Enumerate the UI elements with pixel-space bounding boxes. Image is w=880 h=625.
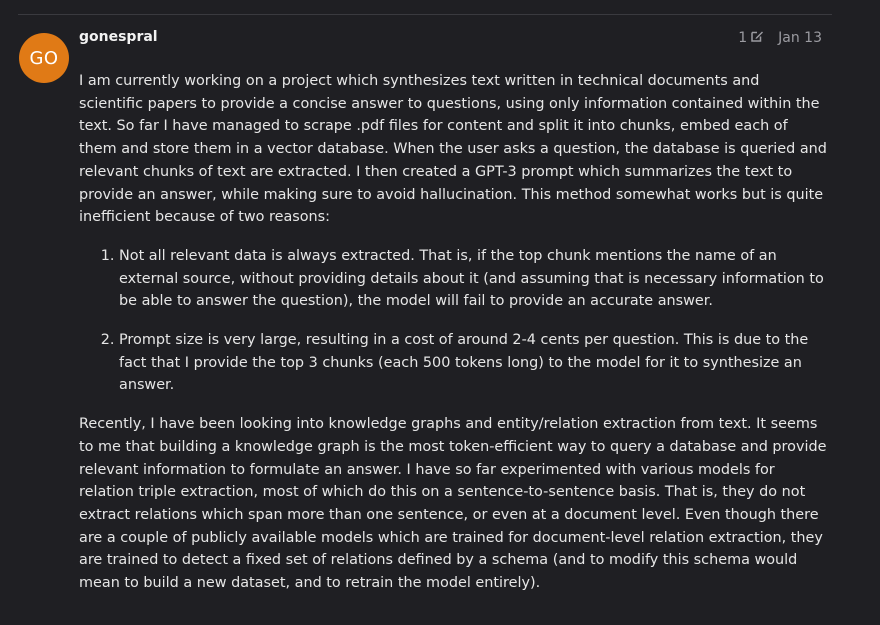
edit-history-button[interactable]: 1 (738, 29, 764, 47)
post-divider (18, 14, 832, 15)
reasons-list: Not all relevant data is always extracte… (79, 245, 827, 397)
list-item: Not all relevant data is always extracte… (119, 245, 827, 313)
avatar[interactable]: GO (19, 33, 69, 83)
edit-count: 1 (738, 30, 748, 46)
post-body: I am currently working on a project whic… (79, 70, 827, 611)
post-paragraph-2: Recently, I have been looking into knowl… (79, 416, 827, 592)
post-paragraph-1: I am currently working on a project whic… (79, 73, 827, 226)
avatar-initials: GO (29, 47, 59, 69)
post-date[interactable]: Jan 13 (778, 30, 822, 46)
pencil-icon (750, 29, 764, 47)
list-item: Prompt size is very large, resulting in … (119, 329, 827, 397)
username[interactable]: gonespral (79, 29, 158, 45)
post-meta: 1 Jan 13 (738, 29, 822, 47)
